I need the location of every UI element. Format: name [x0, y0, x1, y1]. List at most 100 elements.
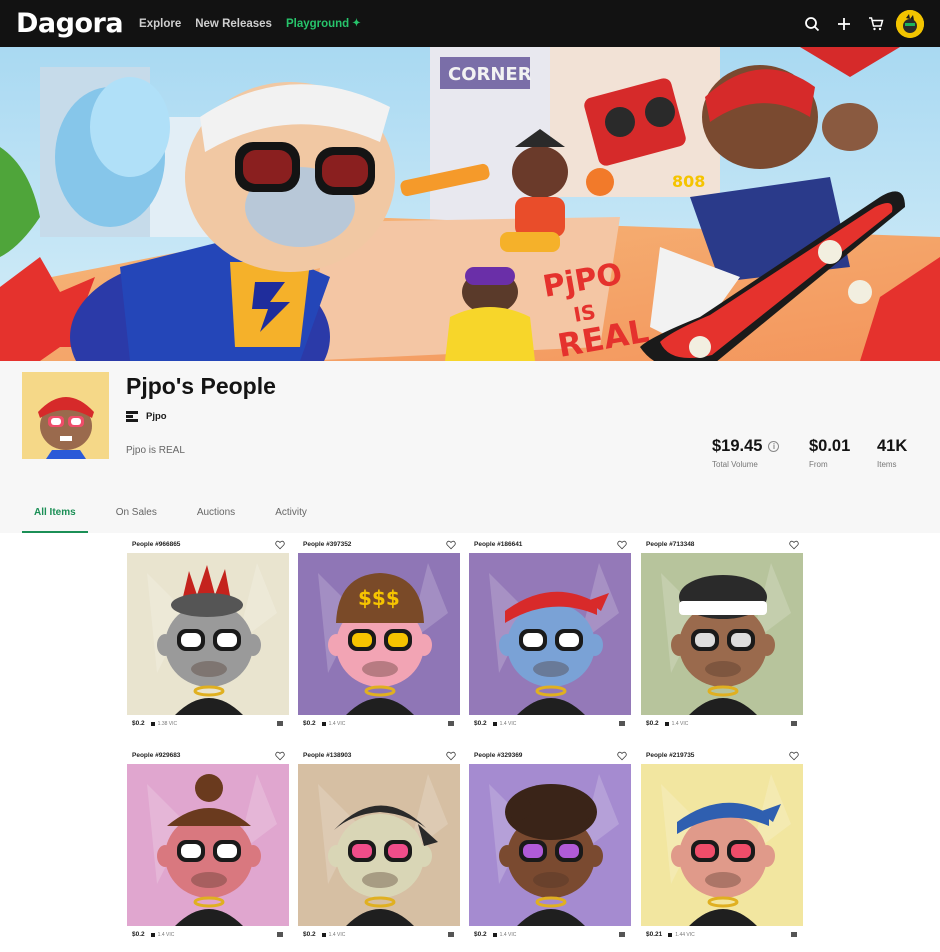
card-header: People #397352 — [298, 536, 460, 553]
card-header: People #966865 — [127, 536, 289, 553]
nft-vic-price: 1.4 VIC — [328, 720, 346, 727]
nft-price: $0.2 — [646, 720, 659, 727]
dagora-logo[interactable]: Dagora — [16, 8, 124, 39]
plus-icon[interactable] — [828, 8, 860, 40]
info-icon[interactable]: i — [768, 441, 780, 452]
nft-name: People #929683 — [132, 752, 181, 759]
tab-activity[interactable]: Activity — [263, 502, 319, 533]
header-actions — [796, 8, 924, 40]
card-header: People #186641 — [469, 536, 631, 553]
user-avatar[interactable] — [896, 9, 924, 38]
banner-sign-text: CORNER — [448, 64, 532, 85]
nft-card[interactable]: People #329369 $0.2 1.4 VIC — [469, 747, 631, 943]
collection-title: Pjpo's People — [126, 373, 276, 399]
nft-name: People #713348 — [646, 541, 695, 548]
nft-card[interactable]: People #966865 $0.2 1.38 VIC — [127, 536, 289, 732]
heart-icon[interactable] — [617, 540, 627, 550]
collection-tabs: All Items On Sales Auctions Activity — [22, 502, 918, 534]
heart-icon[interactable] — [446, 540, 456, 550]
stat-items: 41K Items — [877, 437, 907, 469]
nav-explore[interactable]: Explore — [139, 18, 181, 30]
nft-card[interactable]: People #186641 $0.2 1.4 VIC — [469, 536, 631, 732]
heart-icon[interactable] — [617, 751, 627, 761]
card-header: People #929683 — [127, 747, 289, 764]
heart-icon[interactable] — [275, 540, 285, 550]
nft-vic-price: 1.4 VIC — [671, 720, 689, 727]
card-header: People #138903 — [298, 747, 460, 764]
card-footer: $0.2 1.4 VIC — [469, 715, 631, 732]
stat-items-label: Items — [877, 460, 897, 469]
add-to-cart-icon[interactable] — [791, 932, 797, 937]
heart-icon[interactable] — [275, 751, 285, 761]
search-icon[interactable] — [796, 8, 828, 40]
nft-image[interactable] — [641, 553, 803, 715]
nft-name: People #329369 — [474, 752, 523, 759]
heart-icon[interactable] — [789, 540, 799, 550]
add-to-cart-icon[interactable] — [448, 721, 454, 726]
heart-icon[interactable] — [446, 751, 456, 761]
vic-token-icon — [150, 721, 155, 726]
add-to-cart-icon[interactable] — [619, 721, 625, 726]
nft-image[interactable] — [641, 764, 803, 926]
add-to-cart-icon[interactable] — [619, 932, 625, 937]
add-to-cart-icon[interactable] — [277, 721, 283, 726]
nft-card[interactable]: People #397352 $$$ $0.2 1.4 VIC — [298, 536, 460, 732]
stat-total-volume: $19.45 i Total Volume — [712, 437, 780, 469]
nft-price: $0.2 — [132, 931, 145, 938]
nft-card[interactable]: People #929683 $0.2 1.4 VIC — [127, 747, 289, 943]
banner-chain-text: 808 — [672, 172, 705, 191]
cart-icon[interactable] — [860, 8, 892, 40]
stat-total-volume-value: $19.45 — [712, 437, 763, 455]
collection-banner-image: CORNER PjPO IS REAL 808 — [0, 47, 940, 361]
nft-image[interactable] — [469, 553, 631, 715]
nft-price: $0.21 — [646, 931, 663, 938]
nav-new-releases[interactable]: New Releases — [195, 18, 272, 30]
nft-image[interactable] — [127, 764, 289, 926]
creator-link[interactable]: Pjpo — [126, 411, 167, 422]
nft-image[interactable]: $$$ — [298, 553, 460, 715]
creator-logo-icon — [126, 411, 138, 422]
nft-vic-price: 1.4 VIC — [328, 931, 346, 938]
vic-token-icon — [492, 721, 497, 726]
nft-vic-price: 1.4 VIC — [157, 931, 175, 938]
vic-token-icon — [321, 721, 326, 726]
card-header: People #713348 — [641, 536, 803, 553]
nft-vic-price: 1.44 VIC — [675, 931, 695, 938]
nft-price: $0.2 — [303, 720, 316, 727]
nav-playground[interactable]: Playground ✦ — [286, 18, 361, 30]
collection-avatar — [22, 372, 109, 459]
collection-profile: Pjpo's People Pjpo Pjpo is REAL $19.45 i… — [0, 361, 940, 534]
tab-on-sales[interactable]: On Sales — [104, 502, 169, 533]
nft-name: People #186641 — [474, 541, 523, 548]
vic-token-icon — [321, 932, 326, 937]
nft-card[interactable]: People #219735 $0.21 1.44 VIC — [641, 747, 803, 943]
nft-price: $0.2 — [474, 720, 487, 727]
card-footer: $0.2 1.4 VIC — [127, 926, 289, 943]
card-footer: $0.2 1.4 VIC — [298, 715, 460, 732]
nft-name: People #966865 — [132, 541, 181, 548]
nft-image[interactable] — [469, 764, 631, 926]
add-to-cart-icon[interactable] — [448, 932, 454, 937]
nft-price: $0.2 — [132, 720, 145, 727]
nft-name: People #138903 — [303, 752, 352, 759]
nft-card[interactable]: People #138903 $0.2 1.4 VIC — [298, 747, 460, 943]
add-to-cart-icon[interactable] — [277, 932, 283, 937]
stat-from-value: $0.01 — [809, 437, 851, 455]
add-to-cart-icon[interactable] — [791, 721, 797, 726]
nft-image[interactable] — [127, 553, 289, 715]
vic-token-icon — [492, 932, 497, 937]
nft-name: People #219735 — [646, 752, 695, 759]
card-footer: $0.2 1.4 VIC — [298, 926, 460, 943]
nft-price: $0.2 — [474, 931, 487, 938]
nft-vic-price: 1.38 VIC — [157, 720, 178, 727]
vic-token-icon — [664, 721, 669, 726]
tab-auctions[interactable]: Auctions — [185, 502, 247, 533]
nft-vic-price: 1.4 VIC — [499, 720, 517, 727]
nft-card[interactable]: People #713348 $0.2 1.4 VIC — [641, 536, 803, 732]
stat-from-label: From — [809, 460, 828, 469]
vic-token-icon — [150, 932, 155, 937]
heart-icon[interactable] — [789, 751, 799, 761]
collection-description: Pjpo is REAL — [126, 445, 185, 456]
nft-image[interactable] — [298, 764, 460, 926]
tab-all-items[interactable]: All Items — [22, 502, 88, 533]
